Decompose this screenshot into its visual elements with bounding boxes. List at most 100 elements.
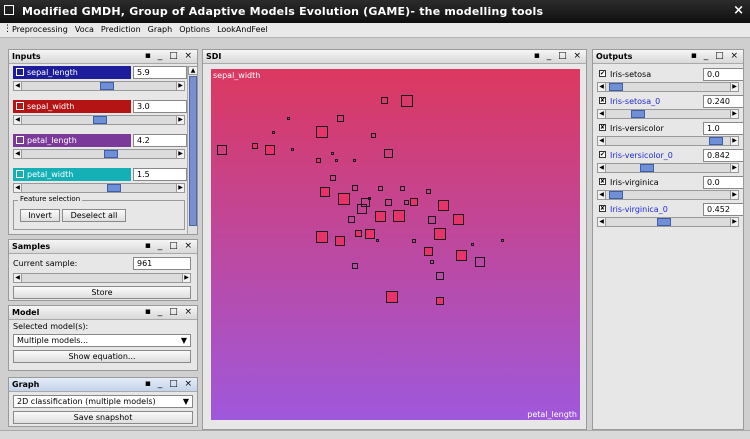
- input-value-field[interactable]: 4.2: [133, 134, 187, 147]
- invert-button[interactable]: Invert: [20, 209, 60, 222]
- sample-slider[interactable]: ◀ ▶: [13, 273, 191, 283]
- data-point: [335, 159, 338, 162]
- slider-right-icon[interactable]: ▶: [730, 217, 739, 227]
- output-slider[interactable]: ◀ ▶: [597, 217, 739, 227]
- input-slider-petal_width[interactable]: ◀ ▶: [13, 183, 185, 193]
- checkbox-icon[interactable]: [16, 136, 24, 144]
- data-point: [434, 228, 446, 240]
- slider-left-icon[interactable]: ◀: [597, 136, 606, 146]
- input-variable-label: petal_width: [27, 170, 74, 179]
- model-select[interactable]: Multiple models... ▼: [13, 334, 191, 347]
- panel-controls-icon[interactable]: ▪ _ □ ×: [145, 307, 194, 317]
- inputs-scrollbar[interactable]: ▲ ▼: [187, 66, 197, 234]
- data-point: [371, 133, 376, 138]
- slider-thumb[interactable]: [609, 83, 623, 91]
- input-value-field[interactable]: 1.5: [133, 168, 187, 181]
- panel-controls-icon[interactable]: ▪ _ □ ×: [145, 51, 194, 61]
- checkbox-icon[interactable]: [16, 102, 24, 110]
- window-close-icon[interactable]: ×: [733, 3, 744, 18]
- input-row-sepal_length: sepal_length 5.9: [13, 66, 187, 79]
- data-point: [265, 145, 275, 155]
- output-slider[interactable]: ◀ ▶: [597, 82, 739, 92]
- current-sample-field[interactable]: 961: [133, 257, 191, 270]
- dropdown-arrow-icon: ▼: [180, 336, 187, 345]
- panel-controls-icon[interactable]: ▪ _ □ ×: [691, 51, 740, 61]
- data-point: [400, 186, 405, 191]
- slider-thumb[interactable]: [107, 184, 121, 192]
- scrollbar-thumb[interactable]: [189, 76, 197, 226]
- slider-left-icon[interactable]: ◀: [597, 163, 606, 173]
- menu-graph[interactable]: Graph: [148, 25, 173, 34]
- menu-prediction[interactable]: Prediction: [101, 25, 141, 34]
- slider-right-icon[interactable]: ▶: [176, 149, 185, 159]
- output-slider[interactable]: ◀ ▶: [597, 109, 739, 119]
- slider-left-icon[interactable]: ◀: [597, 82, 606, 92]
- slider-left-icon[interactable]: ◀: [597, 190, 606, 200]
- graph-type-select[interactable]: 2D classification (multiple models) ▼: [13, 395, 193, 408]
- output-slider[interactable]: ◀ ▶: [597, 136, 739, 146]
- data-point: [386, 291, 398, 303]
- input-variable-sepal_length[interactable]: sepal_length: [13, 66, 131, 79]
- slider-thumb[interactable]: [609, 191, 623, 199]
- model-panel: Model ▪ _ □ × Selected model(s): Multipl…: [8, 305, 198, 371]
- output-slider[interactable]: ◀ ▶: [597, 163, 739, 173]
- slider-right-icon[interactable]: ▶: [730, 190, 739, 200]
- slider-right-icon[interactable]: ▶: [176, 183, 185, 193]
- input-variable-petal_length[interactable]: petal_length: [13, 134, 131, 147]
- slider-thumb[interactable]: [93, 116, 107, 124]
- deselect-all-button[interactable]: Deselect all: [62, 209, 126, 222]
- slider-right-icon[interactable]: ▶: [730, 136, 739, 146]
- slider-thumb[interactable]: [100, 82, 114, 90]
- output-name: Iris-virginica: [610, 178, 659, 187]
- slider-right-icon[interactable]: ▶: [730, 109, 739, 119]
- panel-controls-icon[interactable]: ▪ _ □ ×: [145, 379, 194, 389]
- output-name: Iris-versicolor: [610, 124, 664, 133]
- store-button[interactable]: Store: [13, 286, 191, 299]
- input-variable-sepal_width[interactable]: sepal_width: [13, 100, 131, 113]
- input-slider-sepal_length[interactable]: ◀ ▶: [13, 81, 185, 91]
- save-snapshot-button[interactable]: Save snapshot: [13, 411, 193, 424]
- slider-thumb[interactable]: [631, 110, 645, 118]
- slider-thumb[interactable]: [640, 164, 654, 172]
- slider-right-icon[interactable]: ▶: [176, 115, 185, 125]
- menu-lookandfeel[interactable]: LookAndFeel: [217, 25, 268, 34]
- panel-controls-icon[interactable]: ▪ _ □ ×: [145, 241, 194, 251]
- slider-thumb[interactable]: [104, 150, 118, 158]
- slider-left-icon[interactable]: ◀: [13, 149, 22, 159]
- output-checkbox-icon[interactable]: ✘: [599, 97, 606, 104]
- slider-left-icon[interactable]: ◀: [13, 81, 22, 91]
- classification-plot[interactable]: sepal_width petal_length: [211, 69, 580, 420]
- slider-right-icon[interactable]: ▶: [730, 82, 739, 92]
- input-variable-petal_width[interactable]: petal_width: [13, 168, 131, 181]
- input-value-field[interactable]: 5.9: [133, 66, 187, 79]
- menu-voca[interactable]: Voca: [75, 25, 94, 34]
- slider-left-icon[interactable]: ◀: [597, 109, 606, 119]
- checkbox-icon[interactable]: [16, 170, 24, 178]
- slider-left-icon[interactable]: ◀: [13, 273, 22, 283]
- slider-right-icon[interactable]: ▶: [182, 273, 191, 283]
- slider-right-icon[interactable]: ▶: [176, 81, 185, 91]
- output-checkbox-icon[interactable]: ✘: [599, 124, 606, 131]
- scroll-up-icon[interactable]: ▲: [188, 66, 197, 75]
- input-row-petal_width: petal_width 1.5: [13, 168, 187, 181]
- show-equation-button[interactable]: Show equation...: [13, 350, 191, 363]
- slider-left-icon[interactable]: ◀: [13, 115, 22, 125]
- output-checkbox-icon[interactable]: ✔: [599, 151, 606, 158]
- output-checkbox-icon[interactable]: ✔: [599, 70, 606, 77]
- input-slider-petal_length[interactable]: ◀ ▶: [13, 149, 185, 159]
- slider-left-icon[interactable]: ◀: [597, 217, 606, 227]
- slider-right-icon[interactable]: ▶: [730, 163, 739, 173]
- checkbox-icon[interactable]: [16, 68, 24, 76]
- output-checkbox-icon[interactable]: ✘: [599, 178, 606, 185]
- slider-left-icon[interactable]: ◀: [13, 183, 22, 193]
- window-menu-icon[interactable]: [4, 5, 14, 15]
- slider-thumb[interactable]: [657, 218, 671, 226]
- menu-options[interactable]: Options: [179, 25, 210, 34]
- input-slider-sepal_width[interactable]: ◀ ▶: [13, 115, 185, 125]
- output-slider[interactable]: ◀ ▶: [597, 190, 739, 200]
- menu-preprocessing[interactable]: Preprocessing: [12, 25, 68, 34]
- output-checkbox-icon[interactable]: ✘: [599, 205, 606, 212]
- input-value-field[interactable]: 3.0: [133, 100, 187, 113]
- slider-thumb[interactable]: [709, 137, 723, 145]
- panel-controls-icon[interactable]: ▪ _ □ ×: [534, 51, 583, 61]
